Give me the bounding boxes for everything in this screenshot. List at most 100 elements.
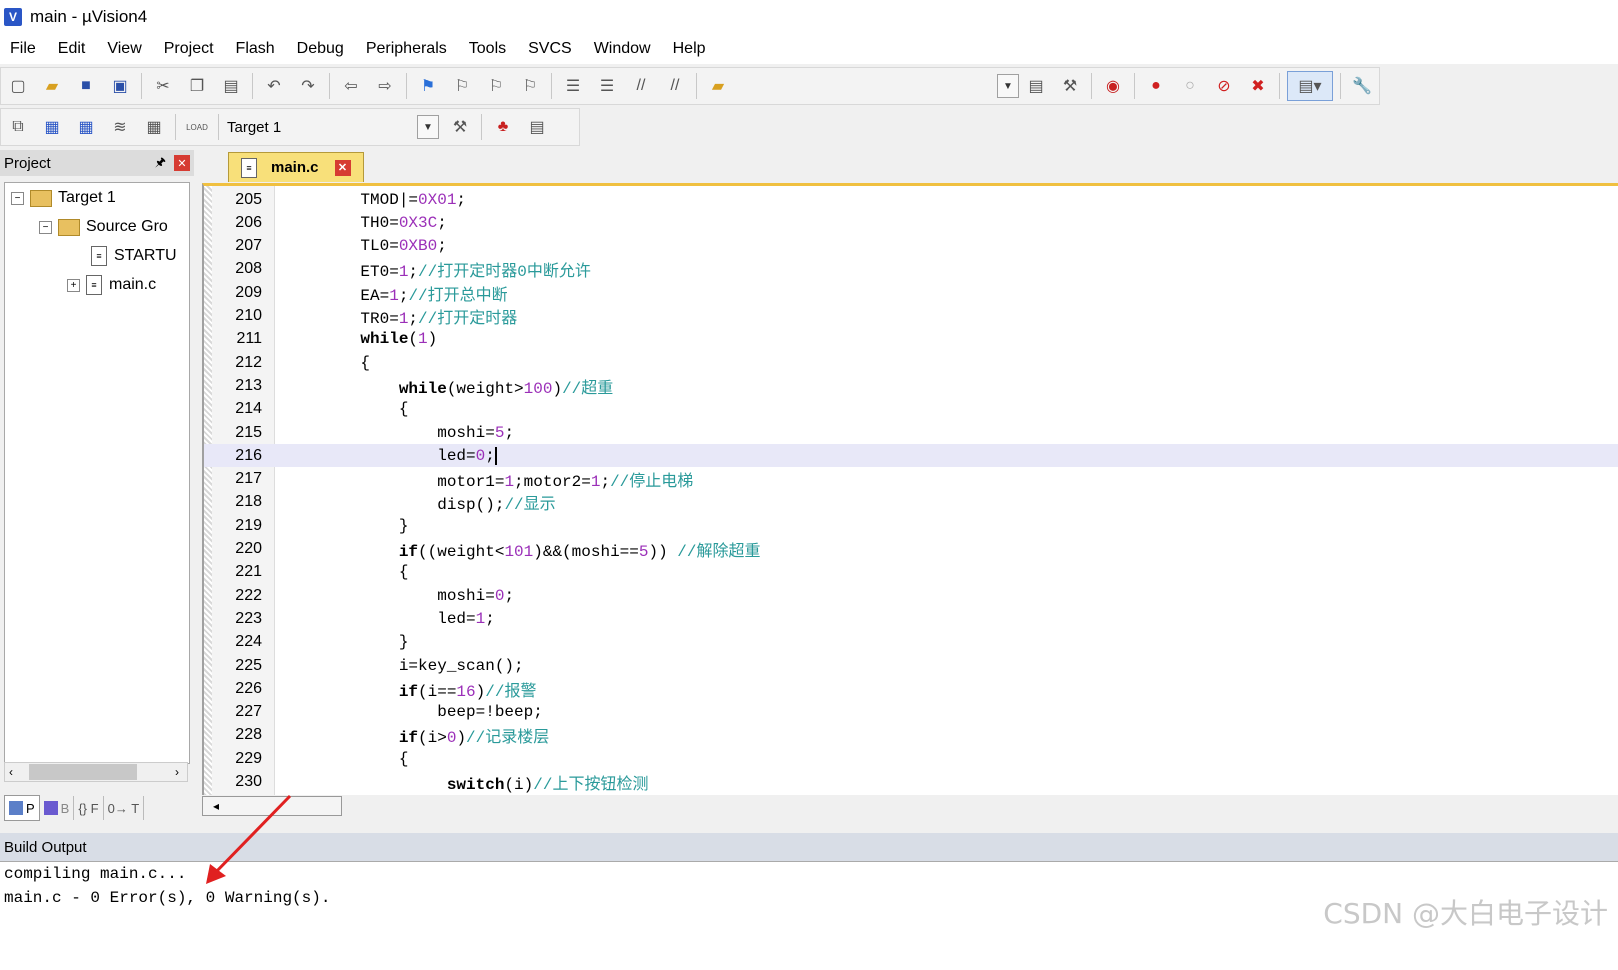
clear-bookmarks-icon[interactable]: ⚐ xyxy=(516,72,544,100)
enable-breakpoint-icon[interactable]: ○ xyxy=(1176,72,1204,100)
uncomment-icon[interactable]: // xyxy=(661,72,689,100)
debug-session-icon[interactable]: ◉ xyxy=(1099,72,1127,100)
tree-item-source-group[interactable]: − Source Gro xyxy=(39,214,168,240)
tree-item-target[interactable]: − Target 1 xyxy=(11,185,116,211)
stop-build-icon[interactable]: ▦ xyxy=(140,113,168,141)
close-icon[interactable]: ✕ xyxy=(174,155,190,171)
toolbar-divider xyxy=(696,73,697,99)
unindent-icon[interactable]: ☰ xyxy=(593,72,621,100)
code-line[interactable]: 208 ET0=1;//打开定时器0中断允许 xyxy=(204,258,1618,281)
menu-svcs[interactable]: SVCS xyxy=(517,40,583,58)
code-line[interactable]: 219 } xyxy=(204,514,1618,537)
batch-build-icon[interactable]: ≋ xyxy=(106,113,134,141)
chevron-down-icon[interactable]: ▼ xyxy=(417,115,439,139)
tree-item-startup[interactable]: ≡ STARTU xyxy=(91,243,177,269)
code-line[interactable]: 210 TR0=1;//打开定时器 xyxy=(204,305,1618,328)
code-line[interactable]: 214 { xyxy=(204,398,1618,421)
indent-icon[interactable]: ☰ xyxy=(559,72,587,100)
cut-icon[interactable]: ✂ xyxy=(149,72,177,100)
paste-icon[interactable]: ▤ xyxy=(217,72,245,100)
menu-help[interactable]: Help xyxy=(662,40,717,58)
menu-peripherals[interactable]: Peripherals xyxy=(355,40,458,58)
incremental-find-icon[interactable]: ⚒ xyxy=(1056,72,1084,100)
code-line[interactable]: 213 while(weight>100)//超重 xyxy=(204,374,1618,398)
code-line[interactable]: 224 } xyxy=(204,631,1618,654)
insert-breakpoint-icon[interactable]: ● xyxy=(1142,72,1170,100)
nav-back-icon[interactable]: ⇦ xyxy=(337,72,365,100)
expand-icon[interactable]: + xyxy=(67,278,80,292)
tab-main-c[interactable]: ≡ main.c ✕ xyxy=(228,152,364,182)
menu-project[interactable]: Project xyxy=(153,40,225,58)
tab-books[interactable]: B xyxy=(40,796,75,820)
download-load-icon[interactable]: LOAD xyxy=(183,113,211,141)
open-folder-icon[interactable]: ▰ xyxy=(38,72,66,100)
code-line[interactable]: 217 motor1=1;motor2=1;//停止电梯 xyxy=(204,468,1618,491)
build-icon[interactable]: ▦ xyxy=(38,113,66,141)
rebuild-icon[interactable]: ▦ xyxy=(72,113,100,141)
code-editor[interactable]: 205 TMOD|=0X01; 206 TH0=0X3C; 207 TL0=0XB0… xyxy=(202,183,1618,795)
code-line[interactable]: 212 { xyxy=(204,351,1618,374)
close-tab-icon[interactable]: ✕ xyxy=(334,159,351,176)
kill-breakpoints-icon[interactable]: ✖ xyxy=(1244,72,1272,100)
menu-tools[interactable]: Tools xyxy=(458,40,517,58)
window-layout-icon[interactable]: ▤▾ xyxy=(1287,71,1333,101)
menu-debug[interactable]: Debug xyxy=(286,40,355,58)
project-horizontal-scrollbar[interactable]: ‹ › xyxy=(4,762,188,782)
code-line[interactable]: 206 TH0=0X3C; xyxy=(204,211,1618,234)
scroll-left-icon[interactable]: ‹ xyxy=(9,765,13,779)
find-in-files-icon[interactable]: ▰ xyxy=(704,72,732,100)
manage-project-items-icon[interactable]: ♣ xyxy=(489,113,517,141)
tab-project[interactable]: P xyxy=(4,795,40,821)
next-bookmark-icon[interactable]: ⚐ xyxy=(482,72,510,100)
comment-icon[interactable]: // xyxy=(627,72,655,100)
tree-item-main-c[interactable]: + ≡ main.c xyxy=(67,272,156,298)
menu-flash[interactable]: Flash xyxy=(225,40,286,58)
target-select[interactable]: Target 1 ▼ xyxy=(223,114,443,140)
nav-forward-icon[interactable]: ⇨ xyxy=(371,72,399,100)
redo-icon[interactable]: ↷ xyxy=(294,72,322,100)
collapse-icon[interactable]: − xyxy=(11,191,24,205)
pin-icon[interactable]: 🖈 xyxy=(155,153,166,174)
configure-icon[interactable]: 🔧 xyxy=(1348,72,1376,100)
menu-file[interactable]: File xyxy=(0,40,47,58)
prev-bookmark-icon[interactable]: ⚐ xyxy=(448,72,476,100)
find-dropdown[interactable]: ▼ xyxy=(997,74,1019,98)
code-line[interactable]: 216 led=0; xyxy=(204,444,1618,468)
code-line[interactable]: 225 i=key_scan(); xyxy=(204,654,1618,677)
code-line[interactable]: 209 EA=1;//打开总中断 xyxy=(204,281,1618,305)
target-options-icon[interactable]: ⚒ xyxy=(446,113,474,141)
code-line[interactable]: 222 moshi=0; xyxy=(204,584,1618,607)
code-line[interactable]: 215 moshi=5; xyxy=(204,421,1618,444)
menu-window[interactable]: Window xyxy=(583,40,662,58)
code-line[interactable]: 229 { xyxy=(204,747,1618,770)
translate-icon[interactable]: ⧉ xyxy=(4,113,32,141)
copy-icon[interactable]: ❐ xyxy=(183,72,211,100)
code-line[interactable]: 221 { xyxy=(204,561,1618,584)
insert-bookmark-icon[interactable]: ⚑ xyxy=(414,72,442,100)
code-line[interactable]: 228 if(i>0)//记录楼层 xyxy=(204,724,1618,747)
code-line[interactable]: 223 led=1; xyxy=(204,607,1618,630)
new-file-icon[interactable]: ▢ xyxy=(4,72,32,100)
code-line[interactable]: 230 switch(i)//上下按钮检测 xyxy=(204,771,1618,794)
menu-edit[interactable]: Edit xyxy=(47,40,97,58)
code-line[interactable]: 227 beep=!beep; xyxy=(204,701,1618,724)
code-line[interactable]: 205 TMOD|=0X01; xyxy=(204,188,1618,211)
tab-functions[interactable]: {} F xyxy=(74,796,104,820)
save-all-icon[interactable]: ▣ xyxy=(106,72,134,100)
select-packs-icon[interactable]: ▤ xyxy=(523,113,551,141)
code-line[interactable]: 218 disp();//显示 xyxy=(204,491,1618,514)
scroll-thumb[interactable] xyxy=(29,764,137,780)
find-icon[interactable]: ▤ xyxy=(1022,72,1050,100)
collapse-icon[interactable]: − xyxy=(39,220,52,234)
menu-view[interactable]: View xyxy=(96,40,152,58)
tab-templates[interactable]: 0→ T xyxy=(104,796,145,820)
scroll-right-icon[interactable]: › xyxy=(175,765,179,779)
disable-breakpoints-icon[interactable]: ⊘ xyxy=(1210,72,1238,100)
code-line[interactable]: 220 if((weight<101)&&(moshi==5)) //解除超重 xyxy=(204,538,1618,561)
code-line[interactable]: 207 TL0=0XB0; xyxy=(204,235,1618,258)
save-icon[interactable]: ■ xyxy=(72,72,100,100)
undo-icon[interactable]: ↶ xyxy=(260,72,288,100)
code-line[interactable]: 211 while(1) xyxy=(204,328,1618,351)
line-number: 215 xyxy=(235,423,262,441)
code-line[interactable]: 226 if(i==16)//报警 xyxy=(204,677,1618,701)
